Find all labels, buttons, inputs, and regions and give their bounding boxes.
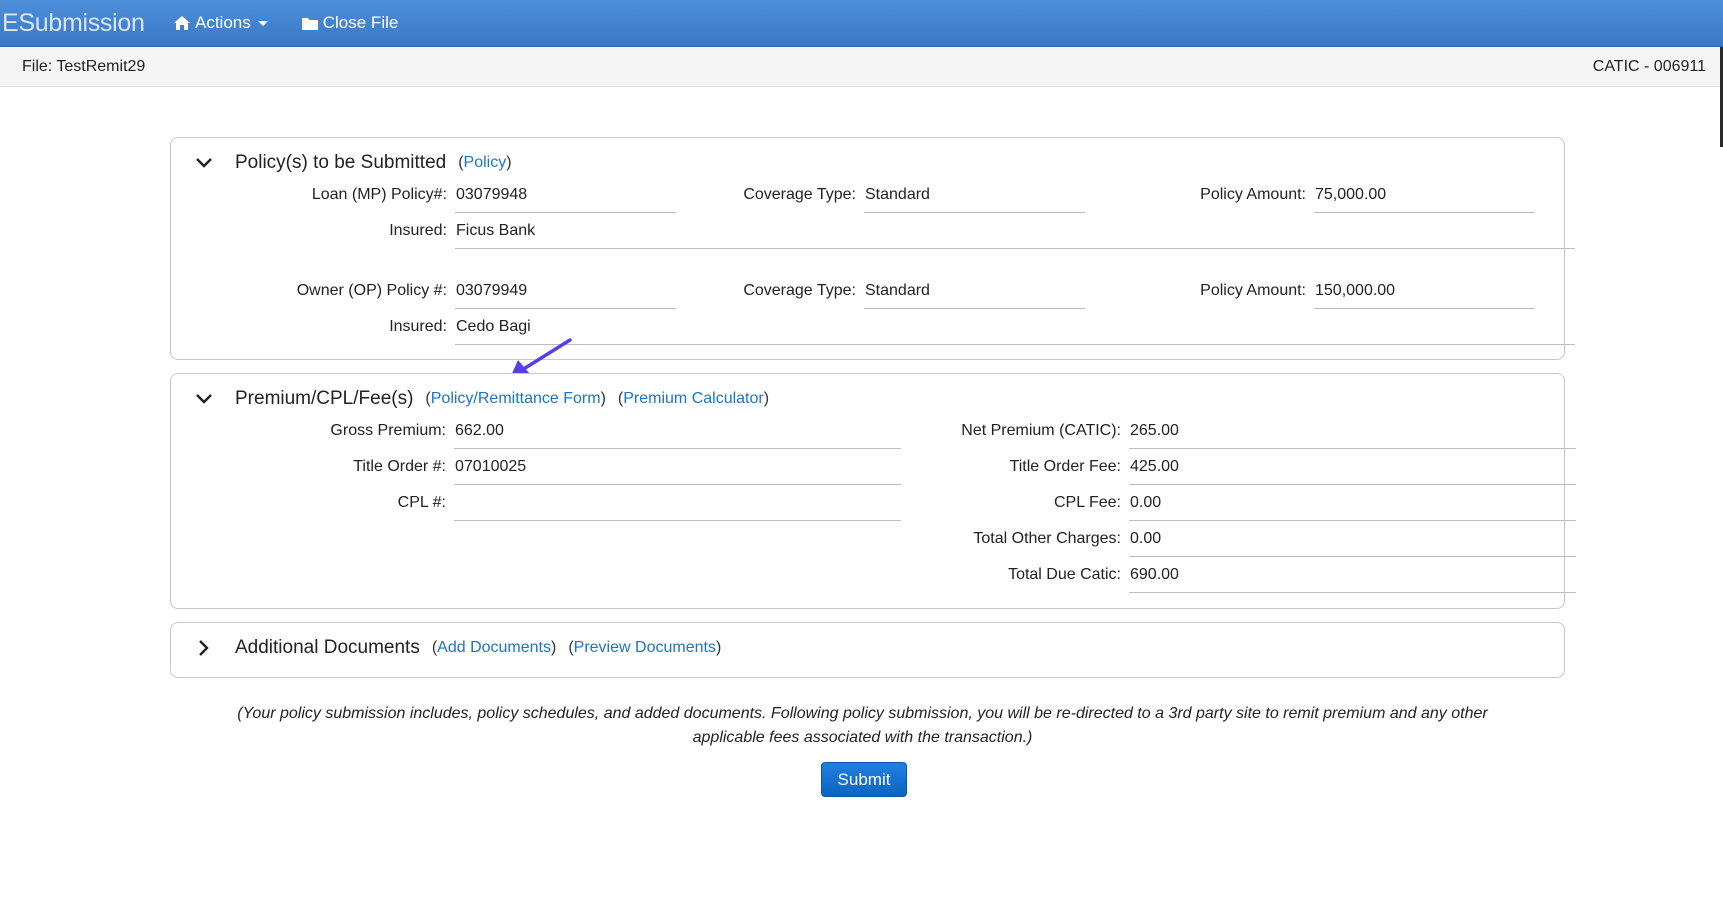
gross-premium-label: Gross Premium: bbox=[330, 422, 446, 439]
close-file-button[interactable]: Close File bbox=[301, 13, 399, 33]
total-due-label: Total Due Catic: bbox=[1008, 566, 1121, 583]
submit-button[interactable]: Submit bbox=[821, 762, 907, 797]
total-due-value[interactable]: 690.00 bbox=[1129, 565, 1576, 593]
owner-insured-value[interactable]: Cedo Bagi bbox=[455, 317, 1575, 345]
policy-link[interactable]: Policy bbox=[464, 154, 507, 171]
loan-insured-field: Insured: Ficus Bank bbox=[211, 221, 1575, 249]
title-order-fee-field: Title Order Fee: 425.00 bbox=[871, 457, 1576, 485]
premium-panel: Premium/CPL/Fee(s) (Policy/Remittance Fo… bbox=[170, 373, 1576, 609]
loan-policy-value[interactable]: 03079948 bbox=[455, 185, 676, 213]
preview-documents-link[interactable]: Preview Documents bbox=[574, 639, 716, 656]
actions-menu[interactable]: Actions bbox=[174, 13, 268, 33]
close-file-label: Close File bbox=[322, 13, 399, 32]
chevron-down-icon[interactable] bbox=[195, 390, 213, 408]
owner-amount-label: Policy Amount: bbox=[1200, 282, 1306, 299]
owner-amount-field: Policy Amount: 150,000.00 bbox=[1161, 281, 1535, 309]
submission-note-line-2: applicable fees associated with the tran… bbox=[692, 729, 1033, 746]
submission-note: (Your policy submission includes, policy… bbox=[190, 702, 1535, 750]
cpl-number-field: CPL #: bbox=[211, 493, 901, 521]
caret-down-icon bbox=[257, 20, 268, 26]
additional-documents-panel: Additional Documents (Add Documents) (Pr… bbox=[170, 622, 1565, 678]
policy-remittance-form-link[interactable]: Policy/Remittance Form bbox=[431, 390, 601, 407]
file-label: File: TestRemit29 bbox=[22, 57, 146, 75]
net-premium-label: Net Premium (CATIC): bbox=[961, 422, 1121, 439]
total-other-charges-value[interactable]: 0.00 bbox=[1129, 529, 1576, 557]
owner-coverage-value[interactable]: Standard bbox=[864, 281, 1085, 309]
net-premium-value[interactable]: 265.00 bbox=[1129, 421, 1576, 449]
loan-coverage-field: Coverage Type: Standard bbox=[706, 185, 1085, 213]
agent-code: CATIC - 006911 bbox=[1592, 57, 1706, 75]
owner-insured-label: Insured: bbox=[389, 318, 447, 335]
add-documents-link[interactable]: Add Documents bbox=[437, 639, 551, 656]
owner-coverage-field: Coverage Type: Standard bbox=[706, 281, 1085, 309]
owner-insured-field: Insured: Cedo Bagi bbox=[211, 317, 1575, 345]
app-brand[interactable]: ESubmission bbox=[0, 9, 170, 38]
owner-policy-label: Owner (OP) Policy #: bbox=[296, 282, 447, 299]
title-order-number-label: Title Order #: bbox=[353, 458, 446, 475]
owner-policy-field: Owner (OP) Policy #: 03079949 bbox=[211, 281, 676, 309]
cpl-fee-value[interactable]: 0.00 bbox=[1129, 493, 1576, 521]
loan-policy-label: Loan (MP) Policy#: bbox=[311, 186, 447, 203]
cpl-fee-label: CPL Fee: bbox=[1054, 494, 1121, 511]
premium-panel-header[interactable]: Premium/CPL/Fee(s) (Policy/Remittance Fo… bbox=[195, 388, 781, 410]
owner-coverage-label: Coverage Type: bbox=[743, 282, 856, 299]
top-navbar: ESubmission Actions Close File bbox=[0, 0, 1723, 47]
total-other-charges-field: Total Other Charges: 0.00 bbox=[871, 529, 1576, 557]
title-order-fee-label: Title Order Fee: bbox=[1009, 458, 1121, 475]
cpl-fee-field: CPL Fee: 0.00 bbox=[871, 493, 1576, 521]
home-icon bbox=[174, 16, 190, 30]
title-order-fee-value[interactable]: 425.00 bbox=[1129, 457, 1576, 485]
owner-amount-value[interactable]: 150,000.00 bbox=[1314, 281, 1535, 309]
loan-amount-label: Policy Amount: bbox=[1200, 186, 1306, 203]
cpl-number-label: CPL #: bbox=[397, 494, 446, 511]
loan-insured-label: Insured: bbox=[389, 222, 447, 239]
folder-icon bbox=[301, 18, 318, 30]
policies-panel-header[interactable]: Policy(s) to be Submitted (Policy) bbox=[195, 152, 524, 174]
loan-coverage-label: Coverage Type: bbox=[743, 186, 856, 203]
loan-amount-field: Policy Amount: 75,000.00 bbox=[1161, 185, 1535, 213]
total-due-field: Total Due Catic: 690.00 bbox=[871, 565, 1576, 593]
title-order-number-field: Title Order #: 07010025 bbox=[211, 457, 901, 485]
total-other-charges-label: Total Other Charges: bbox=[973, 530, 1121, 547]
owner-policy-value[interactable]: 03079949 bbox=[455, 281, 676, 309]
loan-amount-value[interactable]: 75,000.00 bbox=[1314, 185, 1535, 213]
chevron-right-icon[interactable] bbox=[195, 639, 213, 657]
loan-coverage-value[interactable]: Standard bbox=[864, 185, 1085, 213]
policies-title: Policy(s) to be Submitted bbox=[235, 152, 447, 173]
submission-note-line-1: (Your policy submission includes, policy… bbox=[237, 705, 1488, 722]
gross-premium-value[interactable]: 662.00 bbox=[454, 421, 901, 449]
chevron-down-icon[interactable] bbox=[195, 154, 213, 172]
additional-documents-title: Additional Documents bbox=[235, 637, 420, 658]
loan-policy-field: Loan (MP) Policy#: 03079948 bbox=[211, 185, 676, 213]
actions-menu-label: Actions bbox=[195, 13, 251, 32]
title-order-number-value[interactable]: 07010025 bbox=[454, 457, 901, 485]
policies-panel: Policy(s) to be Submitted (Policy) Loan … bbox=[170, 137, 1575, 360]
cpl-number-value[interactable] bbox=[454, 493, 901, 521]
loan-insured-value[interactable]: Ficus Bank bbox=[455, 221, 1575, 249]
file-bar: File: TestRemit29 CATIC - 006911 bbox=[0, 47, 1723, 87]
additional-documents-header[interactable]: Additional Documents (Add Documents) (Pr… bbox=[195, 637, 733, 659]
premium-title: Premium/CPL/Fee(s) bbox=[235, 388, 414, 409]
net-premium-field: Net Premium (CATIC): 265.00 bbox=[871, 421, 1576, 449]
gross-premium-field: Gross Premium: 662.00 bbox=[211, 421, 901, 449]
premium-calculator-link[interactable]: Premium Calculator bbox=[623, 390, 763, 407]
